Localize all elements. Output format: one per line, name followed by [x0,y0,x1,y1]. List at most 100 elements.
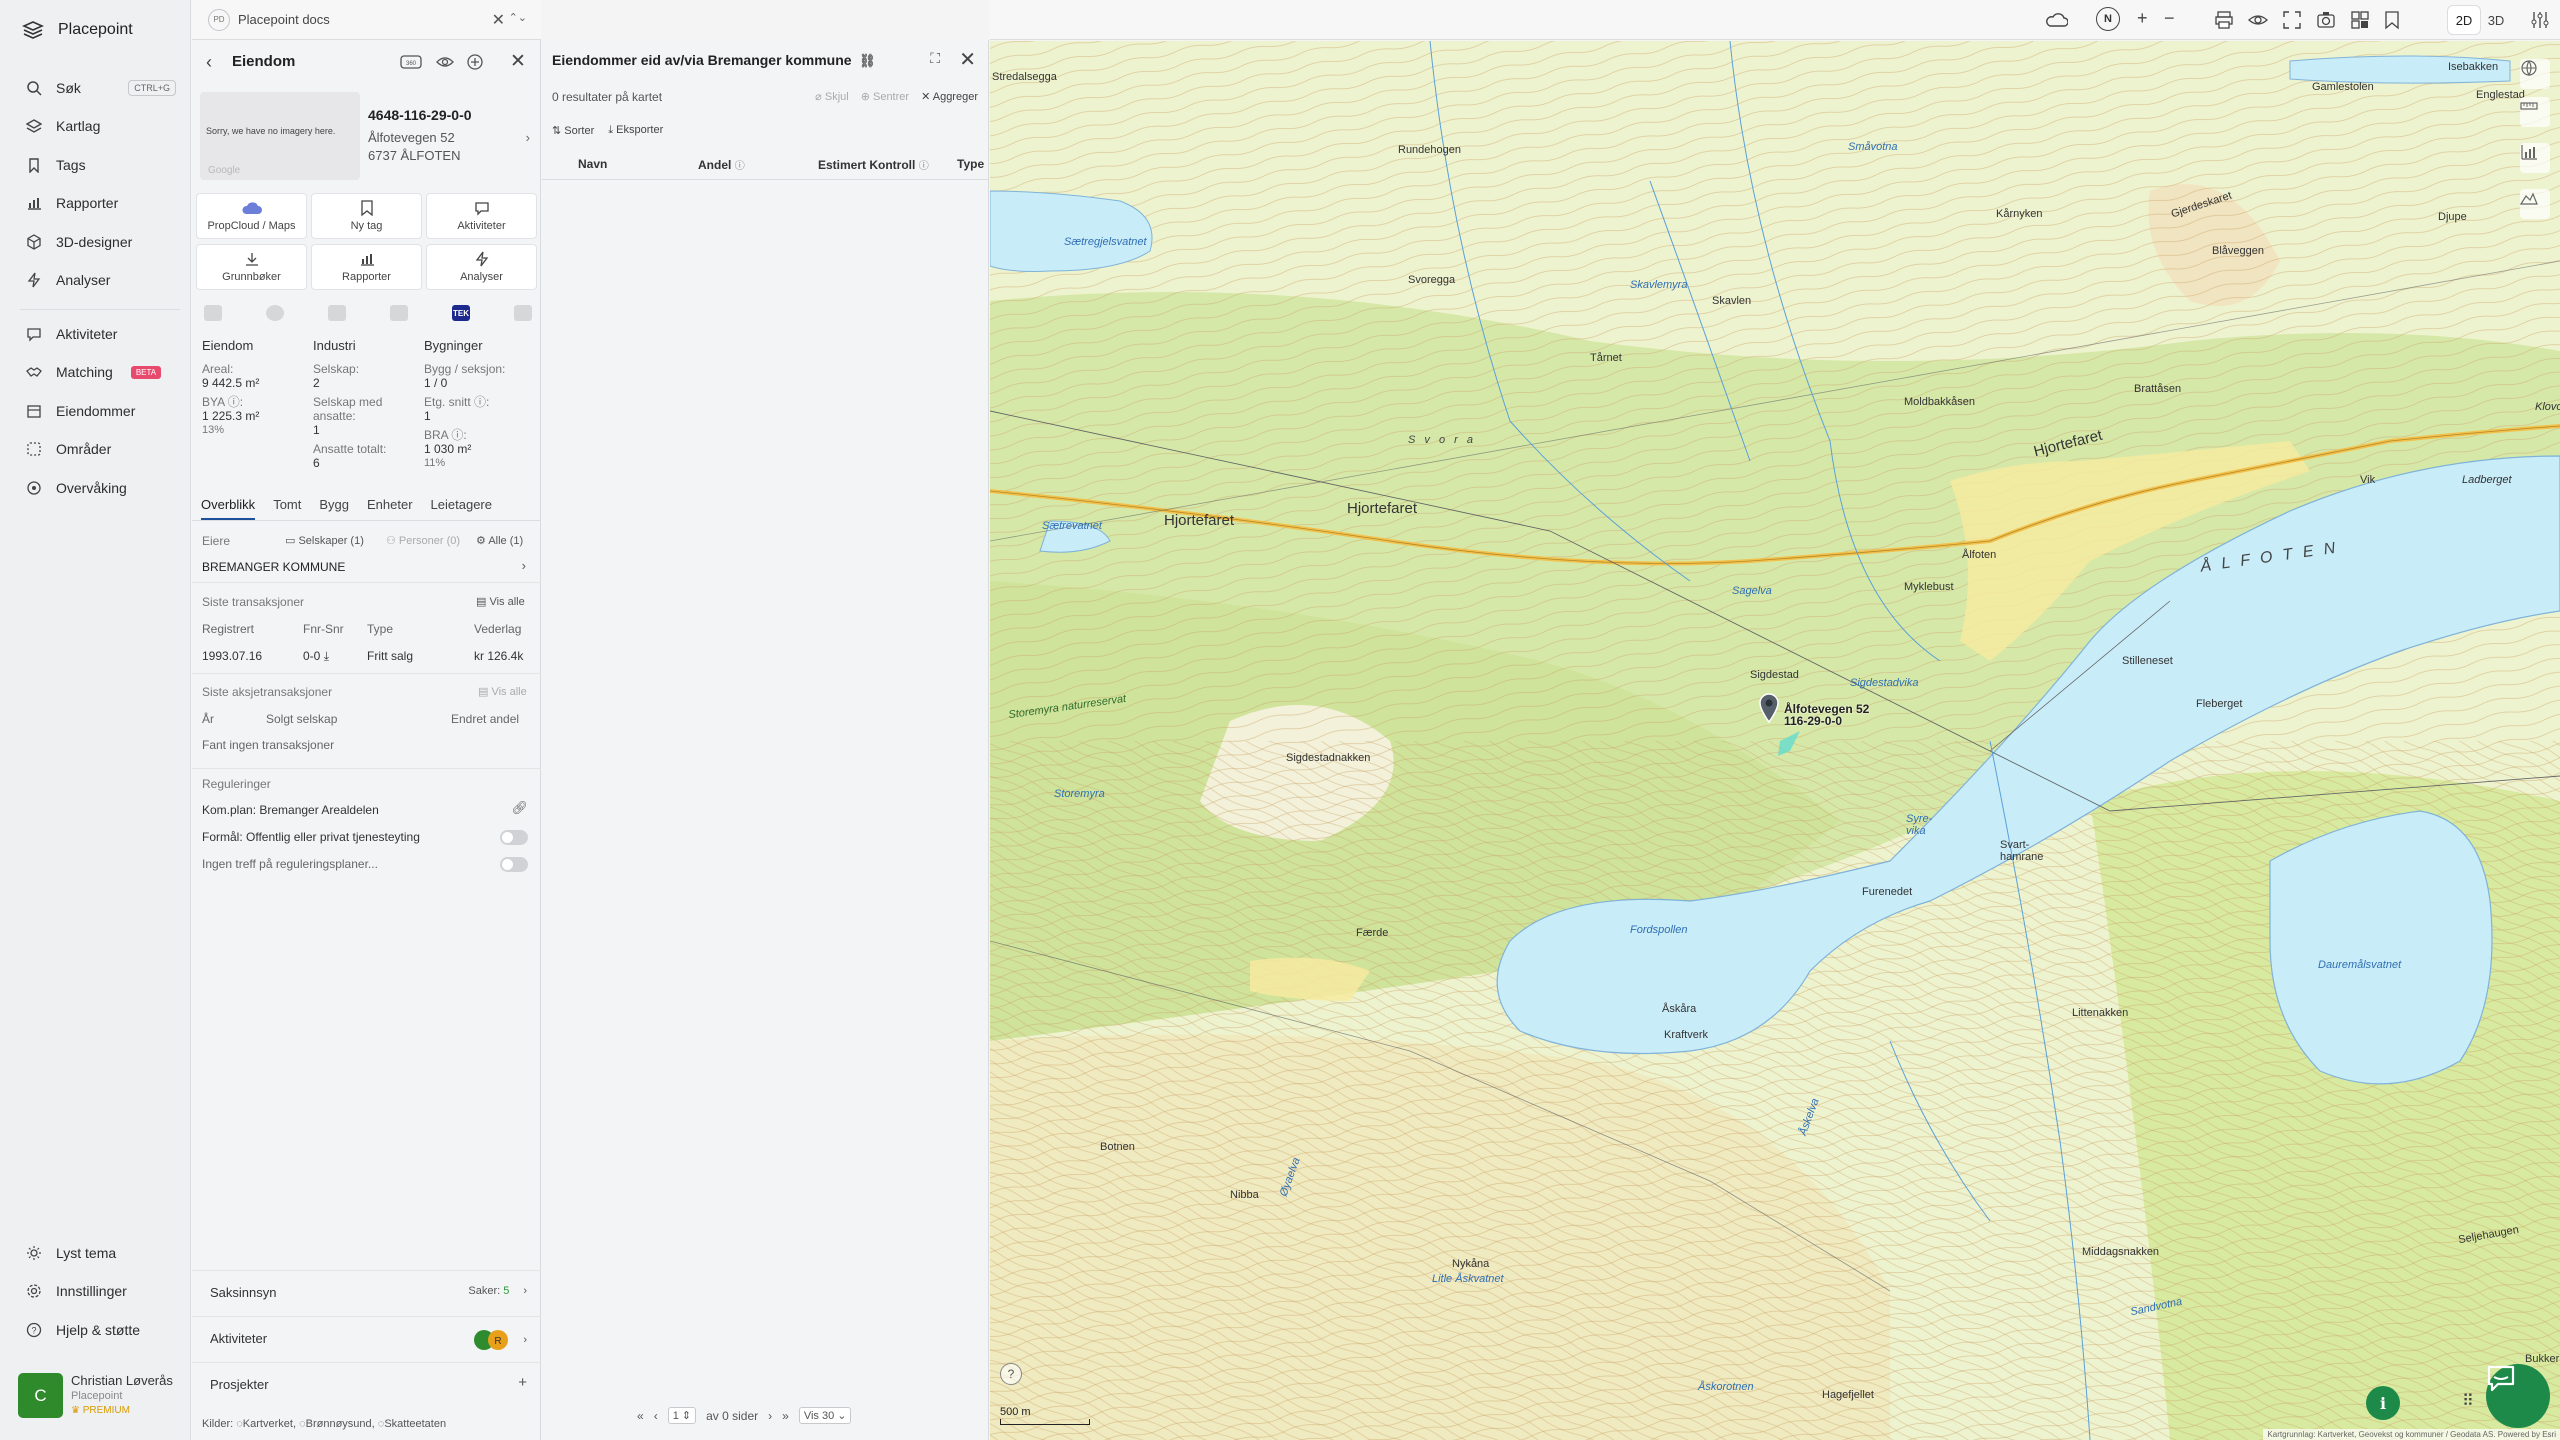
nav-item-matching[interactable]: Matching BETA [26,360,176,384]
filter-all[interactable]: ⚙ Alle (1) [476,534,523,547]
add-circle-icon[interactable] [466,53,484,71]
close-icon[interactable]: ✕ [510,50,526,73]
propcloud-button[interactable]: PropCloud / Maps [196,193,307,239]
view-3d-button[interactable]: 3D [2480,6,2512,34]
zoom-in-button[interactable]: + [2137,8,2148,29]
print-icon[interactable] [2214,10,2234,30]
fullscreen-icon[interactable] [2282,10,2302,30]
close-icon[interactable]: ✕ [959,47,976,72]
per-page-select[interactable]: Vis 30 ⌄ [798,1407,852,1424]
tab-overblikk[interactable]: Overblikk [201,497,256,520]
grid-layers-icon[interactable] [2350,10,2370,30]
filter-persons[interactable]: ⚇ Personer (0) [386,534,460,547]
eye-icon[interactable] [2248,10,2268,30]
view-2d-button[interactable]: 2D [2448,6,2480,34]
nav-item-3d-designer[interactable]: 3D-designer [26,230,176,254]
tab-bygg[interactable]: Bygg [319,497,349,520]
nav-item-theme[interactable]: Lyst tema [26,1241,176,1265]
source-bars-icon[interactable] [390,305,408,321]
tab-tomt[interactable]: Tomt [273,497,301,520]
street-view-icon[interactable]: 360 [400,53,422,71]
grunnboker-button[interactable]: Grunnbøker [196,244,307,290]
settings-sliders-icon[interactable] [2531,10,2549,30]
source-link[interactable]: ◌Skatteetaten [378,1418,446,1430]
nav-item-aktiviteter[interactable]: Aktiviteter [26,322,176,346]
profile-tool[interactable] [2520,189,2550,219]
back-icon[interactable]: ‹ [206,52,212,73]
link-icon[interactable]: ⛓ [856,53,876,68]
brand[interactable]: Placepoint [22,20,133,40]
map-canvas[interactable]: Gamlestolen Isebakken Englestad Stredals… [990,41,2560,1440]
drag-handle-icon[interactable]: ⠿ [2462,1391,2474,1411]
source-circle-icon[interactable] [266,305,284,321]
close-tab-icon[interactable]: ✕ [492,10,505,30]
nav-item-help[interactable]: ? Hjelp & støtte [26,1318,176,1342]
source-link[interactable]: ◌Brønnøysund [299,1418,372,1430]
weather-icon[interactable] [2046,10,2068,30]
center-button[interactable]: ⊕ Sentrer [861,90,909,103]
col-navn[interactable]: Navn [578,157,607,171]
source-link[interactable]: ◌Kartverket [236,1418,293,1430]
compass-north-button[interactable]: N [2096,7,2120,31]
nav-item-rapporter[interactable]: Rapporter [26,191,176,215]
sort-button[interactable]: ⇅ Sorter [552,124,594,137]
source-house-icon[interactable] [514,305,532,321]
nav-item-search[interactable]: Søk CTRL+G [26,76,176,100]
page-input[interactable]: 1 ⇕ [667,1407,697,1424]
zoom-out-button[interactable]: − [2164,8,2175,29]
accordion-aktiviteter[interactable]: Aktiviteter R › [192,1316,541,1360]
add-icon[interactable]: + [518,1374,527,1391]
reg-plans-toggle[interactable] [500,857,528,872]
activities-button[interactable]: Aktiviteter [426,193,537,239]
nav-item-overvaking[interactable]: Overvåking [26,476,176,500]
nav-item-eiendommer[interactable]: Eiendommer [26,399,176,423]
document-tab[interactable]: PD Placepoint docs ✕ ⌃⌄ [192,0,541,40]
export-button[interactable]: ⤓ Eksporter [608,124,663,137]
col-estimert-kontroll[interactable]: Estimert Kontroll ⓘ [818,157,929,172]
measure-tool[interactable] [2520,97,2550,127]
hide-button[interactable]: ⌀ Skjul [815,90,849,103]
map-layer-tool[interactable] [2520,59,2550,89]
nav-item-tags[interactable]: Tags [26,153,176,177]
analyses-button[interactable]: Analyser [426,244,537,290]
map-help-button[interactable]: ? [1000,1363,1022,1385]
camera-icon[interactable] [2316,10,2336,30]
col-type[interactable]: Type [957,157,984,171]
prev-page-icon[interactable]: ‹ [654,1409,658,1423]
share-tx-show-all[interactable]: ▤ Vis alle [478,685,527,698]
next-page-icon[interactable]: › [768,1409,772,1423]
reports-button[interactable]: Rapporter [311,244,422,290]
user-profile[interactable]: C Christian Løverås Placepoint ♛ PREMIUM [18,1373,173,1418]
col-andel[interactable]: Andel ⓘ [698,157,745,172]
expand-icon[interactable]: ⛶ [930,50,940,67]
tab-enheter[interactable]: Enheter [367,497,413,520]
new-tag-button[interactable]: Ny tag [311,193,422,239]
filter-companies[interactable]: ▭ Selskaper (1) [285,534,364,547]
source-plant-icon[interactable] [328,305,346,321]
transactions-show-all[interactable]: ▤ Vis alle [476,595,525,608]
owner-name[interactable]: BREMANGER KOMMUNE [202,560,345,574]
nav-item-omrader[interactable]: Områder [26,437,176,461]
tab-leietagere[interactable]: Leietagere [431,497,492,520]
accordion-saksinnsyn[interactable]: Saksinnsyn Saker: 5 › [192,1270,541,1314]
chart-tool[interactable] [2520,143,2550,173]
chevron-updown-icon[interactable]: ⌃⌄ [509,11,527,24]
tx-fnr[interactable]: 0-0 ⤓ [303,649,329,664]
info-button[interactable]: i [2366,1386,2400,1420]
map-pin-icon[interactable] [1758,693,1780,723]
aggregate-button[interactable]: ✕ Aggreger [921,90,978,103]
nav-item-kartlag[interactable]: Kartlag [26,114,176,138]
link-icon[interactable]: 🔗︎ [511,800,528,816]
nav-item-analyser[interactable]: Analyser [26,268,176,292]
bookmark-icon[interactable] [2384,10,2400,30]
source-br-icon[interactable] [204,305,222,321]
eye-icon[interactable] [436,53,454,71]
last-page-icon[interactable]: » [782,1409,789,1423]
chevron-right-icon[interactable]: › [522,558,526,573]
tek-icon[interactable]: TEK [452,305,470,321]
chat-support-button[interactable] [2486,1364,2550,1428]
nav-item-settings[interactable]: Innstillinger [26,1279,176,1303]
formal-toggle[interactable] [500,830,528,845]
first-page-icon[interactable]: « [637,1409,644,1423]
chevron-right-icon[interactable]: › [526,130,530,145]
